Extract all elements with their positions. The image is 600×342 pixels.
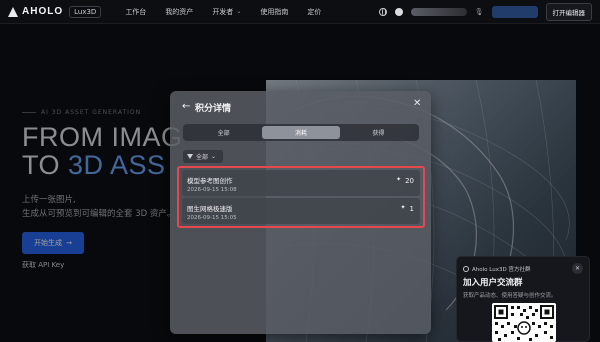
- nav-link-pricing[interactable]: 定价: [307, 7, 321, 17]
- tab-earned[interactable]: 获得: [340, 126, 417, 139]
- list-item[interactable]: 模型参考图创作 2026-09-15 15:08 20: [182, 170, 420, 196]
- points-type-tabs: 全部 消耗 获得: [183, 124, 419, 141]
- upgrade-button[interactable]: [491, 6, 538, 18]
- record-date: 2026-09-15 15:08: [187, 187, 237, 193]
- modal-title: 积分详情: [195, 104, 232, 114]
- chevron-down-icon: ⌄: [211, 153, 217, 160]
- nav-link-developer[interactable]: 开发者 ⌄: [212, 7, 241, 17]
- community-subtitle: 获取产品动态、使用答疑与创作交流。: [463, 293, 557, 299]
- community-icon: [463, 266, 469, 272]
- nav-link-developer-label: 开发者: [212, 7, 234, 16]
- record-points: 1: [401, 204, 414, 213]
- record-points-value: 1: [409, 205, 414, 213]
- nav-right: 🎙︎ 打开编辑器: [378, 0, 592, 24]
- back-arrow-icon[interactable]: ←: [182, 101, 190, 112]
- record-points-value: 20: [405, 177, 414, 185]
- nav-link-my-assets[interactable]: 我的资产: [165, 7, 193, 17]
- filter-dropdown[interactable]: 全部 ⌄: [183, 150, 223, 163]
- filter-label: 全部: [196, 154, 209, 161]
- sparkle-icon: [401, 204, 407, 212]
- close-icon[interactable]: ✕: [413, 98, 421, 109]
- top-nav: AHOLO Lux3D 工作台 我的资产 开发者 ⌄ 使用指南 定价 🎙︎ 打开编…: [0, 0, 600, 24]
- nav-link-guide[interactable]: 使用指南: [260, 7, 288, 17]
- nav-links: 工作台 我的资产 开发者 ⌄ 使用指南 定价: [125, 7, 321, 17]
- globe-icon[interactable]: [378, 8, 387, 16]
- product-badge: Lux3D: [69, 5, 102, 18]
- record-date: 2026-09-15 15:05: [187, 215, 237, 221]
- open-editor-button[interactable]: 打开编辑器: [545, 3, 592, 21]
- filter-icon: [187, 154, 193, 159]
- community-brand: Aholo Lux3D 官方社群: [472, 267, 531, 273]
- community-title: 加入用户交流群: [463, 278, 523, 288]
- qr-code-graphic: [494, 305, 554, 341]
- sparkle-icon: [396, 176, 402, 184]
- logo-text: AHOLO: [22, 6, 64, 17]
- user-credit-bar[interactable]: [410, 8, 467, 16]
- list-item[interactable]: 图生网格极速版 2026-09-15 15:05 1: [182, 198, 420, 224]
- nav-link-workbench[interactable]: 工作台: [125, 7, 146, 17]
- tab-all[interactable]: 全部: [185, 126, 262, 139]
- logo[interactable]: AHOLO Lux3D: [8, 5, 102, 18]
- record-name: 图生网格极速版: [187, 205, 233, 213]
- close-icon[interactable]: ✕: [572, 263, 583, 274]
- tab-consumed[interactable]: 消耗: [262, 126, 340, 139]
- record-points: 20: [396, 176, 414, 185]
- avatar[interactable]: [394, 8, 403, 16]
- community-card-header: Aholo Lux3D 官方社群: [463, 265, 530, 273]
- record-name: 模型参考图创作: [187, 177, 233, 185]
- chevron-down-icon: ⌄: [236, 8, 242, 15]
- qr-code: [492, 303, 556, 342]
- logo-mark-icon: [8, 6, 18, 17]
- notification-icon[interactable]: 🎙︎: [475, 8, 484, 16]
